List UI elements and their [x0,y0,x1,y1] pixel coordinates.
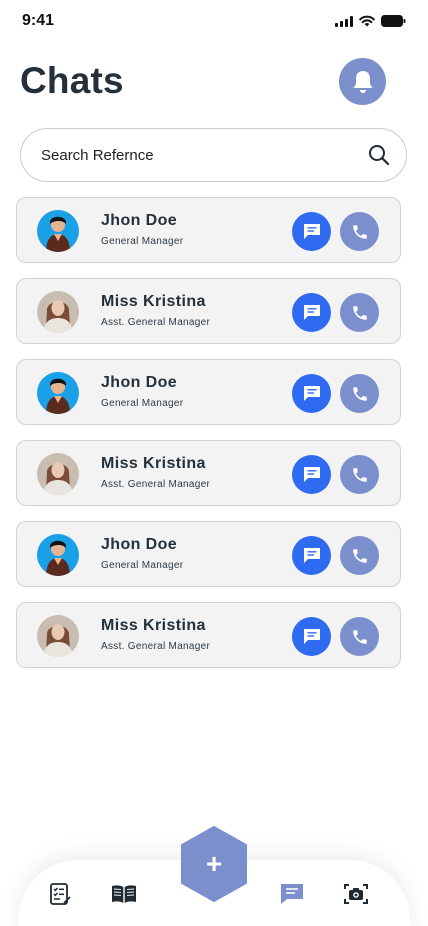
status-icons [335,15,406,27]
message-icon [303,548,320,563]
status-bar: 9:41 [0,0,428,44]
message-icon [303,629,320,644]
message-icon [303,467,320,482]
avatar [37,291,79,333]
phone-icon [352,629,367,644]
message-button[interactable] [292,293,331,332]
contact-name: Miss Kristina [101,455,206,472]
add-button[interactable]: + [180,826,248,902]
avatar [37,453,79,495]
contact-role: General Manager [101,398,184,409]
nav-chats[interactable] [279,881,305,907]
nav-library[interactable] [111,881,137,907]
phone-icon [352,548,367,563]
contact-name: Jhon Doe [101,536,178,553]
avatar [37,534,79,576]
chat-row[interactable]: Jhon Doe General Manager [16,521,401,587]
message-icon [303,386,320,401]
signal-icon [335,16,353,27]
phone-icon [352,467,367,482]
message-button[interactable] [292,536,331,575]
phone-icon [352,386,367,401]
contact-role: General Manager [101,560,184,571]
message-icon [303,224,320,239]
message-button[interactable] [292,617,331,656]
contact-role: Asst. General Manager [101,317,211,328]
chat-row[interactable]: Jhon Doe General Manager [16,197,401,263]
call-button[interactable] [340,293,379,332]
page-title: Chats [20,60,124,101]
battery-icon [381,15,406,27]
contact-name: Miss Kristina [101,293,206,310]
search-icon[interactable] [368,144,390,166]
checklist-icon [50,883,71,905]
chat-row[interactable]: Miss Kristina Asst. General Manager [16,602,401,668]
message-button[interactable] [292,455,331,494]
nav-tasks[interactable] [47,881,73,907]
avatar [37,615,79,657]
contact-role: General Manager [101,236,184,247]
wifi-icon [359,15,375,27]
notifications-button[interactable] [339,58,386,105]
contact-role: Asst. General Manager [101,641,211,652]
chat-row[interactable]: Miss Kristina Asst. General Manager [16,278,401,344]
contact-role: Asst. General Manager [101,479,211,490]
chat-row[interactable]: Jhon Doe General Manager [16,359,401,425]
bell-icon [353,70,372,93]
plus-icon: + [205,848,223,879]
book-icon [112,885,136,903]
contact-name: Jhon Doe [101,212,178,229]
contact-name: Miss Kristina [101,617,206,634]
search-input[interactable] [41,129,361,181]
phone-icon [352,305,367,320]
call-button[interactable] [340,212,379,251]
chat-row[interactable]: Miss Kristina Asst. General Manager [16,440,401,506]
chats-screen: 9:41 Chats Search Refernce Jhon Doe Gene… [0,0,428,926]
call-button[interactable] [340,374,379,413]
status-time: 9:41 [22,12,55,29]
message-button[interactable] [292,212,331,251]
contact-name: Jhon Doe [101,374,178,391]
call-button[interactable] [340,617,379,656]
call-button[interactable] [340,455,379,494]
nav-camera[interactable] [343,881,369,907]
chat-list: Jhon Doe General Manager Miss Kristina Asst… [16,197,401,683]
call-button[interactable] [340,536,379,575]
chat-icon [281,884,303,904]
camera-icon [344,884,368,904]
avatar [37,372,79,414]
avatar [37,210,79,252]
search-bar [20,128,407,182]
message-icon [303,305,320,320]
message-button[interactable] [292,374,331,413]
phone-icon [352,224,367,239]
